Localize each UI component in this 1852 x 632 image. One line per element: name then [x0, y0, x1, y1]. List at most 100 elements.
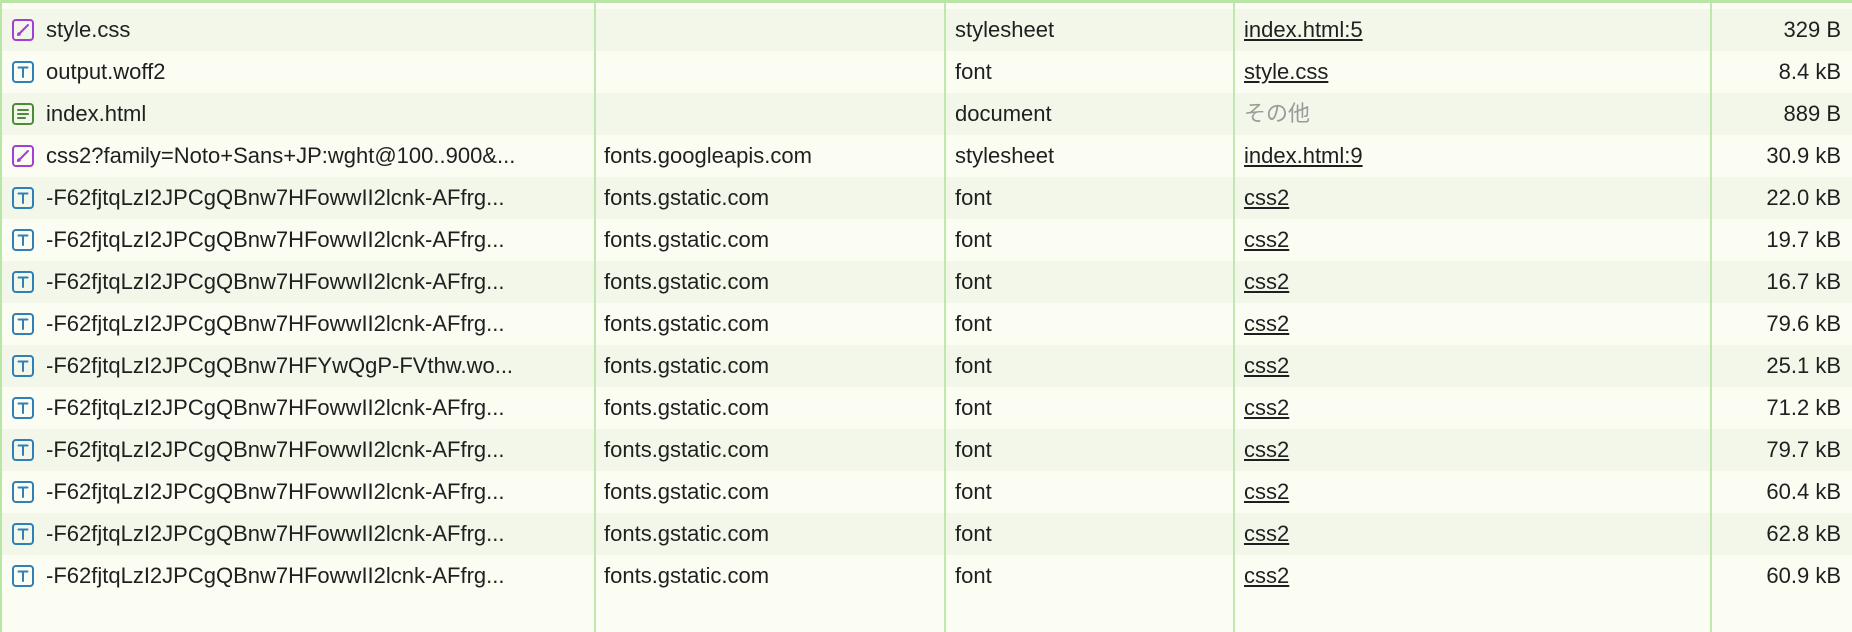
request-domain: fonts.gstatic.com: [604, 521, 770, 546]
initiator-link[interactable]: css2: [1244, 437, 1289, 462]
request-type: font: [955, 521, 992, 546]
request-name: -F62fjtqLzI2JPCgQBnw7HFYwQgP-FVthw.wo...: [46, 353, 514, 378]
font-icon: [12, 313, 34, 335]
column-divider-name[interactable]: [594, 3, 596, 632]
request-size: 79.6 kB: [1766, 311, 1841, 336]
request-type: font: [955, 395, 992, 420]
request-initiator-cell: css2: [1244, 303, 1704, 345]
table-row[interactable]: -F62fjtqLzI2JPCgQBnw7HFowwII2lcnk-AFfrg.…: [2, 555, 1852, 597]
request-name-cell[interactable]: css2?family=Noto+Sans+JP:wght@100..900&.…: [12, 135, 592, 177]
initiator-link[interactable]: css2: [1244, 227, 1289, 252]
initiator-link[interactable]: style.css: [1244, 59, 1328, 84]
request-domain: [604, 51, 944, 93]
table-row[interactable]: -F62fjtqLzI2JPCgQBnw7HFowwII2lcnk-AFfrg.…: [2, 513, 1852, 555]
initiator-link[interactable]: css2: [1244, 521, 1289, 546]
font-icon: [12, 229, 34, 251]
request-size: 25.1 kB: [1766, 353, 1841, 378]
initiator-link[interactable]: css2: [1244, 185, 1289, 210]
font-icon: [12, 271, 34, 293]
request-name-cell[interactable]: -F62fjtqLzI2JPCgQBnw7HFowwII2lcnk-AFfrg.…: [12, 555, 592, 597]
column-divider-initiator[interactable]: [1710, 3, 1712, 632]
request-initiator-cell: css2: [1244, 555, 1704, 597]
font-icon: [12, 481, 34, 503]
column-divider-domain[interactable]: [944, 3, 946, 632]
initiator-link[interactable]: css2: [1244, 269, 1289, 294]
initiator-link[interactable]: index.html:9: [1244, 143, 1363, 168]
column-divider-type[interactable]: [1233, 3, 1235, 632]
table-row[interactable]: -F62fjtqLzI2JPCgQBnw7HFowwII2lcnk-AFfrg.…: [2, 177, 1852, 219]
request-initiator-cell: css2: [1244, 219, 1704, 261]
table-row[interactable]: css2?family=Noto+Sans+JP:wght@100..900&.…: [2, 135, 1852, 177]
initiator-link[interactable]: css2: [1244, 311, 1289, 336]
request-name-cell[interactable]: -F62fjtqLzI2JPCgQBnw7HFowwII2lcnk-AFfrg.…: [12, 387, 592, 429]
request-name-cell[interactable]: -F62fjtqLzI2JPCgQBnw7HFYwQgP-FVthw.wo...: [12, 345, 592, 387]
request-size: 62.8 kB: [1766, 521, 1841, 546]
request-initiator-cell: css2: [1244, 387, 1704, 429]
request-type: font: [955, 353, 992, 378]
request-name-cell[interactable]: -F62fjtqLzI2JPCgQBnw7HFowwII2lcnk-AFfrg.…: [12, 513, 592, 555]
table-row[interactable]: style.css stylesheet index.html:5 329 B: [2, 9, 1852, 51]
request-name: -F62fjtqLzI2JPCgQBnw7HFowwII2lcnk-AFfrg.…: [46, 521, 505, 546]
request-domain: fonts.gstatic.com: [604, 563, 770, 588]
request-domain: fonts.gstatic.com: [604, 437, 770, 462]
table-row[interactable]: -F62fjtqLzI2JPCgQBnw7HFYwQgP-FVthw.wo...…: [2, 345, 1852, 387]
request-initiator-cell: css2: [1244, 261, 1704, 303]
initiator-link[interactable]: css2: [1244, 563, 1289, 588]
request-name-cell[interactable]: -F62fjtqLzI2JPCgQBnw7HFowwII2lcnk-AFfrg.…: [12, 303, 592, 345]
font-icon: [12, 565, 34, 587]
request-size: 60.9 kB: [1766, 563, 1841, 588]
request-name: -F62fjtqLzI2JPCgQBnw7HFowwII2lcnk-AFfrg.…: [46, 227, 505, 252]
request-size: 60.4 kB: [1766, 479, 1841, 504]
font-icon: [12, 355, 34, 377]
request-name-cell[interactable]: -F62fjtqLzI2JPCgQBnw7HFowwII2lcnk-AFfrg.…: [12, 177, 592, 219]
initiator-link[interactable]: css2: [1244, 353, 1289, 378]
table-row[interactable]: output.woff2 font style.css 8.4 kB: [2, 51, 1852, 93]
request-domain: [604, 9, 944, 51]
table-row[interactable]: -F62fjtqLzI2JPCgQBnw7HFowwII2lcnk-AFfrg.…: [2, 261, 1852, 303]
request-size: 22.0 kB: [1766, 185, 1841, 210]
request-name: -F62fjtqLzI2JPCgQBnw7HFowwII2lcnk-AFfrg.…: [46, 479, 505, 504]
initiator-link[interactable]: css2: [1244, 395, 1289, 420]
request-size: 329 B: [1783, 17, 1842, 42]
request-initiator-cell: style.css: [1244, 51, 1704, 93]
request-name: -F62fjtqLzI2JPCgQBnw7HFowwII2lcnk-AFfrg.…: [46, 269, 505, 294]
request-initiator-cell: その他: [1244, 93, 1704, 135]
request-type: font: [955, 563, 992, 588]
table-row[interactable]: -F62fjtqLzI2JPCgQBnw7HFowwII2lcnk-AFfrg.…: [2, 219, 1852, 261]
request-type: font: [955, 437, 992, 462]
request-type: font: [955, 227, 992, 252]
table-row[interactable]: index.html document その他 889 B: [2, 93, 1852, 135]
request-initiator-cell: css2: [1244, 177, 1704, 219]
request-name: index.html: [46, 101, 147, 126]
request-initiator-cell: css2: [1244, 513, 1704, 555]
table-row[interactable]: -F62fjtqLzI2JPCgQBnw7HFowwII2lcnk-AFfrg.…: [2, 387, 1852, 429]
request-size: 19.7 kB: [1766, 227, 1841, 252]
table-row[interactable]: -F62fjtqLzI2JPCgQBnw7HFowwII2lcnk-AFfrg.…: [2, 429, 1852, 471]
initiator-link[interactable]: css2: [1244, 479, 1289, 504]
table-row[interactable]: -F62fjtqLzI2JPCgQBnw7HFowwII2lcnk-AFfrg.…: [2, 471, 1852, 513]
request-name-cell[interactable]: index.html: [12, 93, 592, 135]
request-domain: fonts.gstatic.com: [604, 353, 770, 378]
initiator-link[interactable]: index.html:5: [1244, 17, 1363, 42]
request-name-cell[interactable]: -F62fjtqLzI2JPCgQBnw7HFowwII2lcnk-AFfrg.…: [12, 261, 592, 303]
request-domain: fonts.googleapis.com: [604, 143, 812, 168]
request-domain: fonts.gstatic.com: [604, 395, 770, 420]
network-request-table: -F62fjtqLzI2JPCgQBnw7HFowwII2lcnk-AFfrg.…: [0, 0, 1852, 632]
request-name: output.woff2: [46, 59, 166, 84]
font-icon: [12, 187, 34, 209]
request-type: stylesheet: [955, 17, 1055, 42]
table-row[interactable]: -F62fjtqLzI2JPCgQBnw7HFowwII2lcnk-AFfrg.…: [2, 303, 1852, 345]
request-name-cell[interactable]: -F62fjtqLzI2JPCgQBnw7HFowwII2lcnk-AFfrg.…: [12, 471, 592, 513]
request-initiator-cell: index.html:9: [1244, 135, 1704, 177]
request-domain: fonts.gstatic.com: [604, 311, 770, 336]
request-name-cell[interactable]: -F62fjtqLzI2JPCgQBnw7HFowwII2lcnk-AFfrg.…: [12, 429, 592, 471]
request-type: font: [955, 479, 992, 504]
request-name: -F62fjtqLzI2JPCgQBnw7HFowwII2lcnk-AFfrg.…: [46, 185, 505, 210]
request-size: 16.7 kB: [1766, 269, 1841, 294]
request-domain: [604, 93, 944, 135]
request-name-cell[interactable]: -F62fjtqLzI2JPCgQBnw7HFowwII2lcnk-AFfrg.…: [12, 219, 592, 261]
request-name-cell[interactable]: style.css: [12, 9, 592, 51]
request-name: css2?family=Noto+Sans+JP:wght@100..900&.…: [46, 143, 516, 168]
request-name-cell[interactable]: output.woff2: [12, 51, 592, 93]
request-initiator-cell: css2: [1244, 345, 1704, 387]
